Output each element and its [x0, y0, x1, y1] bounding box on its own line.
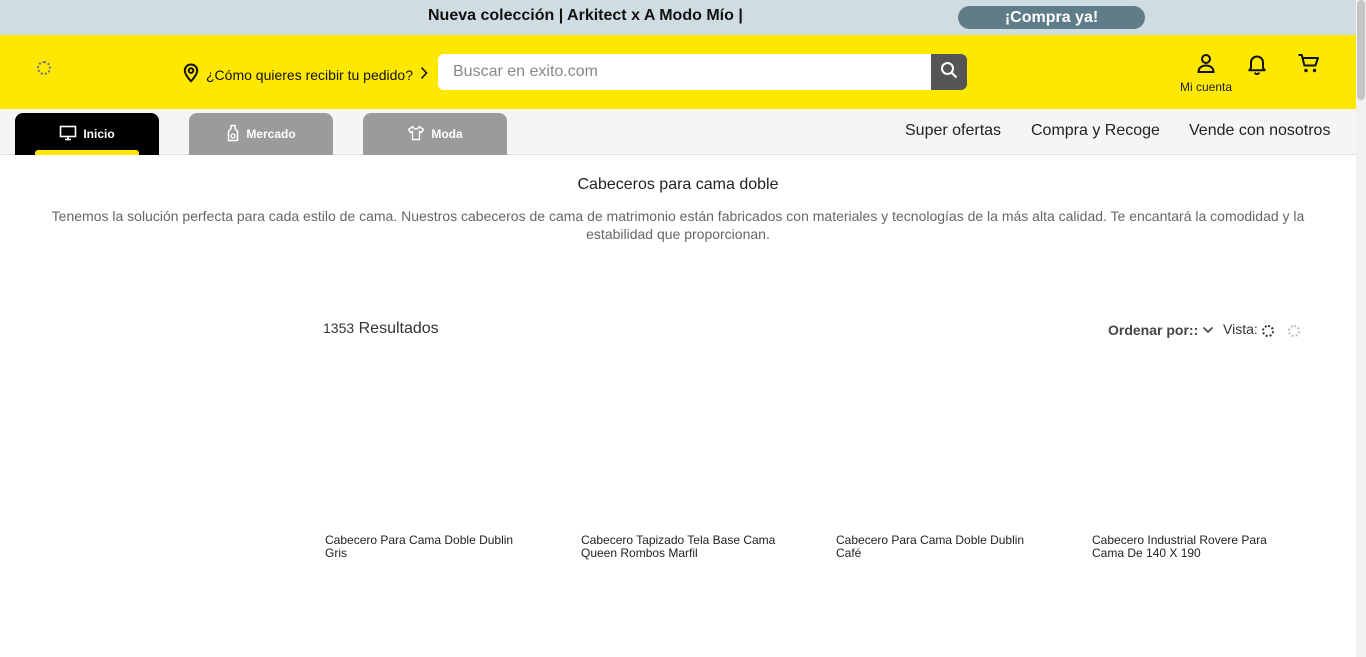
main-header: ¿Cómo quieres recibir tu pedido? Mi cuen… [0, 35, 1356, 109]
tab-mercado[interactable]: Mercado [189, 113, 333, 155]
delivery-text: ¿Cómo quieres recibir tu pedido? [206, 66, 413, 83]
promo-cta-button[interactable]: ¡Compra ya! [958, 6, 1145, 29]
cart-icon [1297, 54, 1321, 79]
bell-icon [1246, 55, 1268, 79]
search-input[interactable] [438, 54, 931, 90]
results-label: Resultados [358, 320, 439, 337]
list-view-loading-icon[interactable] [1288, 325, 1300, 337]
tab-inicio[interactable]: Inicio [15, 113, 159, 155]
view-label: Vista: [1223, 321, 1258, 337]
category-description: Tenemos la solución perfecta para cada e… [51, 208, 1305, 242]
sort-label: Ordenar por:: [1108, 322, 1199, 338]
promo-bar: Nueva colección | Arkitect x A Modo Mío … [0, 0, 1356, 35]
cart-button[interactable] [1297, 53, 1321, 80]
search-icon [940, 61, 958, 84]
page-scrollbar[interactable] [1356, 0, 1366, 657]
results-number: 1353 [323, 320, 355, 336]
product-card-title[interactable]: Cabecero Industrial Rovere Para Cama De … [1092, 534, 1292, 560]
results-count: 1353 Resultados [323, 320, 439, 338]
account-button[interactable]: Mi cuenta [1178, 53, 1234, 94]
search-bar [438, 54, 967, 90]
nav-link-vende-con-nosotros[interactable]: Vende con nosotros [1189, 122, 1330, 140]
chevron-right-icon [419, 66, 429, 83]
sort-dropdown[interactable]: Ordenar por:: [1108, 322, 1214, 338]
product-card-title[interactable]: Cabecero Para Cama Doble Dublin Gris [325, 534, 525, 560]
product-card-title[interactable]: Cabecero Tapizado Tela Base Cama Queen R… [581, 534, 781, 560]
delivery-selector[interactable]: ¿Cómo quieres recibir tu pedido? [182, 63, 429, 86]
active-tab-indicator [35, 150, 139, 155]
tab-moda[interactable]: Moda [363, 113, 507, 155]
account-label: Mi cuenta [1179, 80, 1233, 94]
search-button[interactable] [931, 54, 967, 90]
tab-label: Moda [431, 127, 463, 141]
tab-label: Mercado [246, 127, 296, 141]
chevron-down-icon [1202, 322, 1214, 338]
monitor-icon [59, 125, 77, 144]
grid-view-loading-icon[interactable] [1262, 325, 1274, 337]
shirt-icon [407, 125, 425, 144]
product-card-title[interactable]: Cabecero Para Cama Doble Dublin Café [836, 534, 1036, 560]
bottle-icon [226, 124, 240, 145]
promo-text: Nueva colección | Arkitect x A Modo Mío … [428, 7, 743, 24]
nav-link-compra-y-recoge[interactable]: Compra y Recoge [1031, 122, 1160, 140]
logo-loading-spinner-icon [37, 61, 51, 75]
tab-label: Inicio [83, 127, 115, 141]
user-icon [1196, 54, 1216, 77]
location-pin-icon [182, 63, 200, 86]
page-title: Cabeceros para cama doble [577, 176, 779, 193]
category-navbar: Inicio Mercado Moda Super ofertas Compra… [0, 109, 1356, 155]
notifications-button[interactable] [1246, 53, 1268, 80]
nav-link-super-ofertas[interactable]: Super ofertas [905, 122, 1001, 140]
scrollbar-thumb[interactable] [1357, 0, 1365, 100]
